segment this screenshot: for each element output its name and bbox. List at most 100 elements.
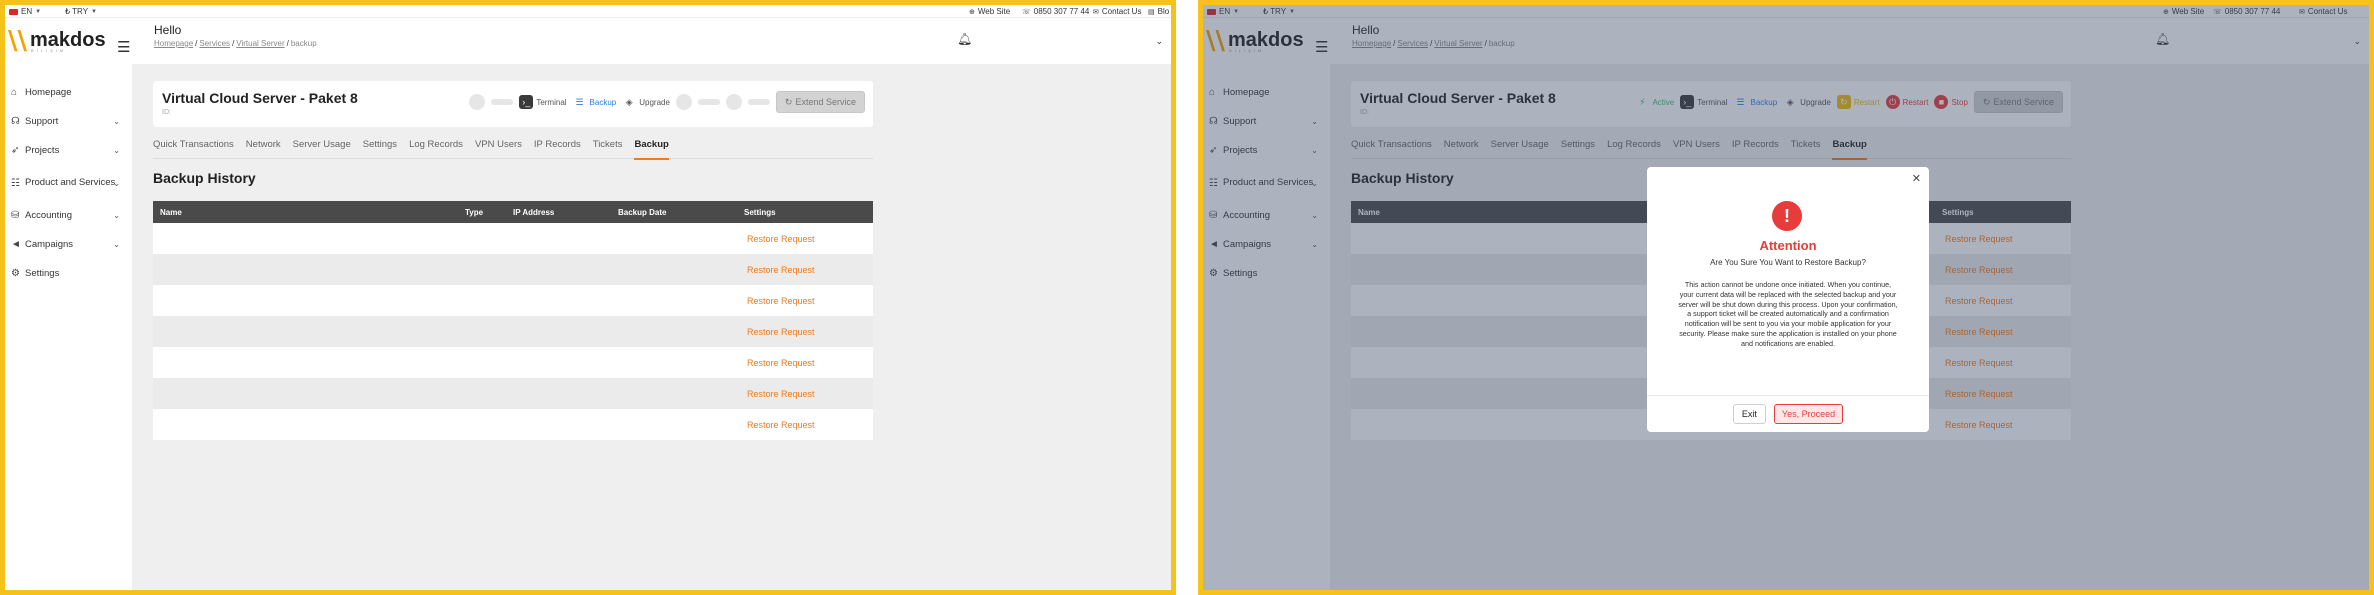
brand-tagline: BİLİŞİM — [31, 48, 67, 53]
extend-service-button[interactable]: ↻ Extend Service — [775, 91, 865, 113]
brand-logo[interactable]: \\ makdos BİLİŞİM — [8, 26, 108, 56]
tab-network[interactable]: Network — [246, 139, 281, 159]
restore-request-link[interactable]: Restore Request — [747, 296, 815, 306]
tab-tickets[interactable]: Tickets — [593, 139, 623, 159]
chevron-down-icon: ⌄ — [113, 240, 120, 249]
column-type: Type — [465, 208, 484, 217]
restore-request-link[interactable]: Restore Request — [747, 265, 815, 275]
table-row: Restore Request — [153, 347, 873, 378]
contact-label: Contact Us — [1101, 7, 1142, 16]
breadcrumb-virtual-server[interactable]: Virtual Server — [236, 39, 284, 48]
top-bar: EN ▼ ₺ TRY ▼ ⊕ Web Site ☏ 0850 307 77 44 ✉… — [5, 5, 1171, 18]
tab-vpn-users[interactable]: VPN Users — [475, 139, 522, 159]
headset-icon: ☊ — [11, 116, 20, 127]
tab-backup[interactable]: Backup — [634, 139, 670, 160]
flag-icon — [9, 8, 18, 15]
chevron-down-icon: ⌄ — [113, 178, 120, 188]
blog-label: Blo — [1157, 7, 1170, 16]
globe-icon: ⊕ — [969, 8, 975, 16]
action-upgrade[interactable]: ◈ Upgrade — [622, 95, 670, 109]
currency-label: ₺ TRY — [65, 7, 89, 16]
breadcrumb-separator: / — [195, 39, 198, 48]
tab-log-records[interactable]: Log Records — [409, 139, 463, 159]
sidebar-item-settings[interactable]: ⚙ Settings — [5, 259, 132, 288]
megaphone-icon: ◄ — [11, 239, 21, 250]
link-phone[interactable]: ☏ 0850 307 77 44 — [1022, 7, 1089, 16]
tab-settings[interactable]: Settings — [363, 139, 397, 159]
table-row: Restore Request — [153, 285, 873, 316]
restore-request-link[interactable]: Restore Request — [747, 420, 815, 430]
loading-placeholder — [469, 94, 486, 110]
backup-table: Name Type IP Address Backup Date Setting… — [153, 201, 873, 440]
chevron-down-icon: ⌄ — [113, 117, 120, 126]
link-blog[interactable]: ▤ Blo — [1148, 7, 1169, 16]
restore-request-link[interactable]: Restore Request — [747, 327, 815, 337]
currency-selector[interactable]: ₺ TRY ▼ — [65, 7, 97, 16]
table-row: Restore Request — [153, 409, 873, 440]
chevron-down-icon: ▼ — [91, 8, 97, 15]
link-contact[interactable]: ✉ Contact Us — [1093, 7, 1141, 16]
bell-icon[interactable]: 🔔︎ — [957, 32, 972, 46]
tab-server-usage[interactable]: Server Usage — [293, 139, 351, 159]
breadcrumb: Homepage / Services / Virtual Server / backup — [154, 39, 317, 48]
table-row: Restore Request — [153, 223, 873, 254]
sidebar-item-homepage[interactable]: ⌂ Homepage — [5, 78, 132, 107]
loading-placeholder — [697, 99, 720, 105]
table-row: Restore Request — [153, 378, 873, 409]
action-backup[interactable]: ☰ Backup — [573, 95, 617, 109]
sidebar-item-support[interactable]: ☊ Support ⌄ — [5, 107, 132, 136]
sidebar-item-label: Homepage — [25, 86, 72, 98]
modal-body: This action cannot be undone once initia… — [1678, 280, 1898, 348]
sidebar-item-campaigns[interactable]: ◄ Campaigns ⌄ — [5, 230, 132, 259]
menu-toggle-icon[interactable]: ☰ — [117, 38, 130, 56]
server-id: ID: — [162, 109, 171, 116]
table-row: Restore Request — [153, 254, 873, 285]
restore-confirmation-modal: ✕ ! Attention Are You Sure You Want to R… — [1647, 167, 1929, 432]
restore-request-link[interactable]: Restore Request — [747, 234, 815, 244]
breadcrumb-current: backup — [290, 39, 317, 48]
panel-backup-list: EN ▼ ₺ TRY ▼ ⊕ Web Site ☏ 0850 307 77 44 ✉… — [0, 0, 1176, 595]
panel-restore-confirmation: EN ▼ ₺ TRY ▼ ⊕ Web Site ☏ 0850 307 77 44 ✉… — [1198, 0, 2374, 595]
tab-ip-records[interactable]: IP Records — [534, 139, 581, 159]
language-label: EN — [21, 7, 33, 16]
breadcrumb-services[interactable]: Services — [199, 39, 230, 48]
language-selector[interactable]: EN ▼ — [9, 7, 41, 16]
column-settings: Settings — [744, 208, 776, 217]
proceed-button[interactable]: Yes, Proceed — [1773, 404, 1844, 424]
link-website[interactable]: ⊕ Web Site — [969, 7, 1010, 16]
phone-icon: ☏ — [1022, 8, 1031, 16]
home-icon: ⌂ — [11, 87, 18, 98]
chevron-down-icon[interactable]: ⌄ — [1155, 36, 1163, 47]
gear-icon: ⚙ — [11, 268, 20, 279]
loading-placeholder — [491, 99, 514, 105]
breadcrumb-homepage[interactable]: Homepage — [154, 39, 193, 48]
restore-request-link[interactable]: Restore Request — [747, 358, 815, 368]
server-tabs: Quick Transactions Network Server Usage … — [153, 139, 873, 160]
exit-button[interactable]: Exit — [1732, 404, 1766, 424]
table-header: Name Type IP Address Backup Date Setting… — [153, 201, 873, 223]
tab-quick-transactions[interactable]: Quick Transactions — [153, 139, 234, 159]
chevron-down-icon: ▼ — [35, 8, 42, 15]
restore-request-link[interactable]: Restore Request — [747, 389, 815, 399]
server-card: Virtual Cloud Server - Paket 8 ID: ›_ Ter… — [153, 81, 873, 127]
sidebar-item-projects[interactable]: ➶ Projects ⌄ — [5, 136, 132, 165]
breadcrumb-separator: / — [286, 39, 289, 48]
column-backup-date: Backup Date — [618, 208, 667, 217]
chevron-down-icon: ⌄ — [113, 146, 120, 155]
document-icon: ▤ — [1148, 8, 1155, 16]
section-title: Backup History — [153, 170, 256, 186]
sidebar-item-accounting[interactable]: ⛁ Accounting ⌄ — [5, 201, 132, 230]
logo-mark-icon: \\ — [8, 26, 27, 56]
modal-title: Attention — [1759, 238, 1817, 253]
server-title: Virtual Cloud Server - Paket 8 — [162, 90, 358, 106]
close-icon[interactable]: ✕ — [1912, 172, 1921, 185]
layers-icon: ◈ — [625, 96, 633, 107]
app-window: EN ▼ ₺ TRY ▼ ⊕ Web Site ☏ 0850 307 77 44 ✉… — [5, 5, 1171, 590]
loading-placeholder — [747, 99, 770, 105]
mail-icon: ✉ — [1093, 8, 1099, 16]
sidebar-item-product-services[interactable]: ☷ Product and Services ⌄ — [5, 165, 132, 201]
action-terminal[interactable]: ›_ Terminal — [519, 95, 567, 109]
greeting: Hello — [154, 23, 182, 37]
sidebar-item-label: Settings — [25, 267, 60, 279]
modal-footer: Exit Yes, Proceed — [1647, 395, 1929, 432]
